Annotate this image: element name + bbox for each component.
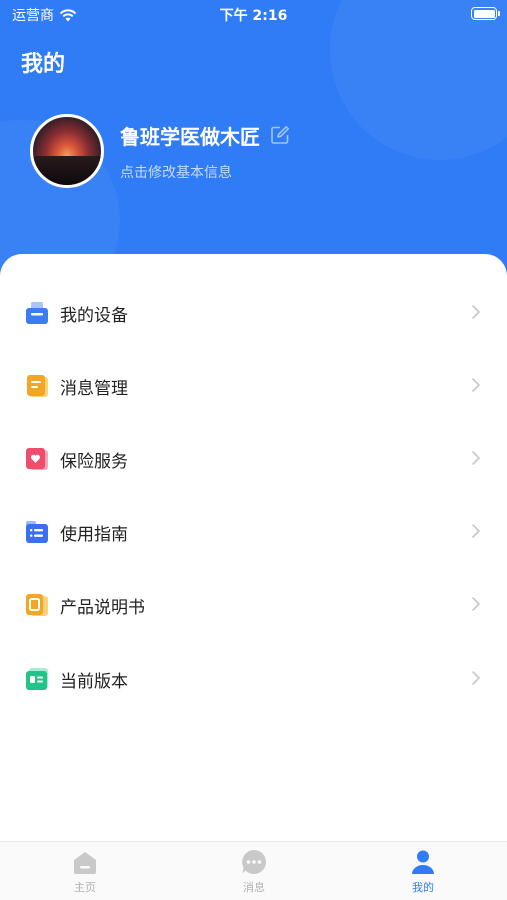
chevron-right-icon [472, 451, 480, 465]
edit-profile-hint: 点击修改基本信息 [120, 164, 232, 181]
menu-item-product-manual[interactable]: 产品说明书 [0, 574, 507, 634]
tab-label: 消息 [243, 881, 265, 894]
tab-profile[interactable]: 我的 [393, 848, 453, 895]
profile-info[interactable]: 鲁班学医做木匠 点击修改基本信息 [120, 121, 290, 182]
tab-bar: 主页 消息 我的 [0, 841, 507, 900]
menu-item-current-version[interactable]: 当前版本 [0, 648, 507, 708]
chevron-right-icon [472, 378, 480, 392]
tab-home[interactable]: 主页 [55, 848, 115, 895]
user-name-row: 鲁班学医做木匠 [120, 121, 290, 150]
menu-item-message-management[interactable]: 消息管理 [0, 355, 507, 415]
device-icon [26, 302, 48, 324]
user-icon [412, 850, 434, 874]
chevron-right-icon [472, 597, 480, 611]
menu-item-insurance-service[interactable]: 保险服务 [0, 428, 507, 488]
avatar[interactable] [30, 114, 104, 188]
menu-item-user-guide[interactable]: 使用指南 [0, 501, 507, 561]
insurance-heart-icon [26, 448, 48, 470]
menu-label: 当前版本 [60, 672, 128, 692]
message-note-icon [27, 375, 48, 397]
chevron-right-icon [472, 524, 480, 538]
menu-label: 保险服务 [60, 452, 128, 472]
edit-icon[interactable] [270, 125, 290, 145]
tab-messages[interactable]: 消息 [224, 848, 284, 895]
battery-icon [471, 7, 500, 20]
chevron-right-icon [472, 671, 480, 685]
profile-section[interactable]: 鲁班学医做木匠 点击修改基本信息 [30, 114, 290, 188]
menu-item-my-devices[interactable]: 我的设备 [0, 282, 507, 342]
status-bar: 运营商 下午 2:16 [0, 0, 507, 28]
chat-icon [242, 850, 266, 874]
manual-book-icon [26, 594, 48, 616]
user-name: 鲁班学医做木匠 [120, 124, 260, 149]
menu-label: 产品说明书 [60, 598, 145, 618]
version-card-icon [26, 668, 48, 690]
menu-label: 消息管理 [60, 379, 128, 399]
home-icon [74, 852, 96, 874]
guide-list-icon [26, 521, 48, 543]
chevron-right-icon [472, 305, 480, 319]
status-time: 下午 2:16 [219, 8, 288, 24]
menu-label: 使用指南 [60, 525, 128, 545]
page-title: 我的 [21, 52, 66, 77]
tab-label: 主页 [74, 881, 96, 894]
tab-label: 我的 [412, 881, 434, 894]
menu-label: 我的设备 [60, 306, 128, 326]
